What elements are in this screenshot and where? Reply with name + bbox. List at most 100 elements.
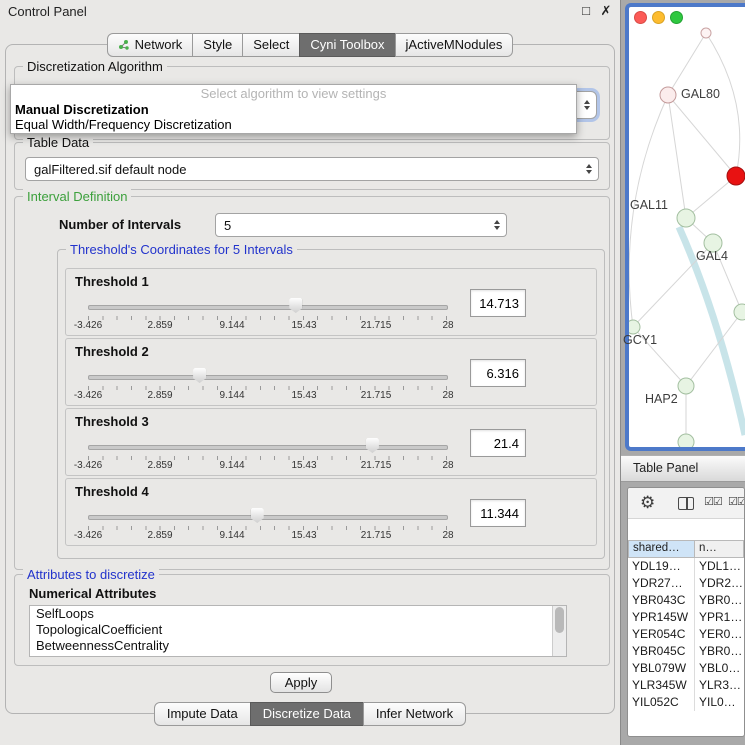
tick-label: -3.426	[74, 530, 102, 541]
threshold-value-field[interactable]: 6.316	[470, 359, 526, 387]
table-row[interactable]: YDR27…YDR2…	[628, 575, 744, 592]
gear-icon[interactable]: ⚙	[640, 492, 655, 514]
slider-track[interactable]	[88, 445, 448, 450]
table-row[interactable]: YER054CYER0…	[628, 626, 744, 643]
threshold-value-field[interactable]: 21.4	[470, 429, 526, 457]
tick-label: 21.715	[361, 390, 392, 401]
table-cell[interactable]: YDL19…	[628, 558, 695, 575]
minimize-icon[interactable]: □	[578, 3, 594, 18]
network-node-gcy1[interactable]	[629, 320, 640, 334]
attribute-list-item[interactable]: BetweennessCentrality	[30, 638, 566, 654]
table-cell[interactable]: YPR145W	[628, 609, 695, 626]
tick-label: -3.426	[74, 320, 102, 331]
network-node-selected[interactable]	[727, 167, 745, 185]
tick-label: 2.859	[147, 390, 172, 401]
table-cell[interactable]: YIL052C	[628, 694, 695, 711]
table-cell[interactable]: YBL0…	[695, 660, 744, 677]
slider-thumb[interactable]	[366, 438, 379, 453]
threshold-label: Threshold 1	[75, 274, 149, 289]
select-checkboxes-icon[interactable]: ☑☑	[704, 495, 722, 508]
table-cell[interactable]: YBR0…	[695, 592, 744, 609]
slider-track[interactable]	[88, 305, 448, 310]
network-node-gal11[interactable]	[677, 209, 695, 227]
table-cell[interactable]: YPR1…	[695, 609, 744, 626]
dropdown-option-manual[interactable]: Manual Discretization	[11, 102, 576, 117]
slider-thumb[interactable]	[251, 508, 264, 523]
table-cell[interactable]: YBR043C	[628, 592, 695, 609]
network-node-hap2[interactable]	[678, 378, 694, 394]
close-icon[interactable]: ✗	[598, 3, 614, 19]
table-row[interactable]: YBR045CYBR0…	[628, 643, 744, 660]
tab-discretize-data[interactable]: Discretize Data	[250, 702, 364, 726]
tab-impute-data[interactable]: Impute Data	[154, 702, 251, 726]
network-canvas[interactable]	[629, 7, 745, 447]
tick-label: 2.859	[147, 460, 172, 471]
network-view-window[interactable]	[625, 3, 745, 451]
tab-infer-network[interactable]: Infer Network	[363, 702, 466, 726]
stepper-arrows-icon[interactable]	[584, 100, 590, 110]
attribute-list-item[interactable]: TopologicalCoefficient	[30, 622, 566, 638]
table-cell[interactable]: YER054C	[628, 626, 695, 643]
tab-network[interactable]: Network	[107, 33, 194, 57]
table-data-value: galFiltered.sif default node	[34, 162, 186, 177]
table-panel-header[interactable]: Table Panel	[621, 455, 745, 482]
slider-thumb[interactable]	[193, 368, 206, 383]
attribute-list-item[interactable]: SelfLoops	[30, 606, 566, 622]
apply-button[interactable]: Apply	[270, 672, 332, 693]
table-cell[interactable]: YDL1…	[695, 558, 744, 575]
table-cell[interactable]: YDR27…	[628, 575, 695, 592]
threshold-panel: Threshold 4 -3.4262.8599.14415.4321.7152…	[65, 478, 597, 546]
tab-jactivemnodules[interactable]: jActiveMNodules	[395, 33, 514, 57]
select-checkboxes-icon[interactable]: ☑☑	[728, 495, 745, 508]
network-node[interactable]	[734, 304, 745, 320]
network-tab-icon	[118, 39, 130, 51]
column-header[interactable]: shared…	[628, 540, 695, 558]
list-scrollbar[interactable]	[552, 606, 566, 656]
table-cell[interactable]: YBR045C	[628, 643, 695, 660]
tab-select[interactable]: Select	[242, 33, 300, 57]
table-cell[interactable]: YBL079W	[628, 660, 695, 677]
table-cell[interactable]: YIL0…	[695, 694, 744, 711]
number-of-intervals-combobox[interactable]: 5	[215, 213, 507, 237]
threshold-slider[interactable]	[88, 437, 448, 455]
network-node[interactable]	[678, 434, 694, 447]
column-header[interactable]: n…	[695, 540, 744, 558]
table-cell[interactable]: YLR3…	[695, 677, 744, 694]
stepper-arrows-icon[interactable]	[586, 164, 592, 174]
table-cell[interactable]: YLR345W	[628, 677, 695, 694]
threshold-slider[interactable]	[88, 367, 448, 385]
slider-thumb[interactable]	[289, 298, 302, 313]
numerical-attributes-list[interactable]: SelfLoopsTopologicalCoefficientBetweenne…	[29, 605, 567, 657]
table-row[interactable]: YLR345WYLR3…	[628, 677, 744, 694]
table-row[interactable]: YIL052CYIL0…	[628, 694, 744, 711]
dropdown-option-equal-width[interactable]: Equal Width/Frequency Discretization	[11, 117, 576, 132]
table-row[interactable]: YDL19…YDL1…	[628, 558, 744, 575]
table-row[interactable]: YBL079WYBL0…	[628, 660, 744, 677]
tick-label: 9.144	[219, 320, 244, 331]
slider-track[interactable]	[88, 375, 448, 380]
scrollbar-thumb[interactable]	[555, 607, 564, 633]
numerical-attributes-label: Numerical Attributes	[29, 586, 156, 601]
network-edge[interactable]	[706, 33, 740, 176]
table-row[interactable]: YPR145WYPR1…	[628, 609, 744, 626]
stepper-arrows-icon[interactable]	[494, 220, 500, 230]
network-edge[interactable]	[668, 33, 706, 95]
network-node-gal80[interactable]	[660, 87, 676, 103]
network-node[interactable]	[701, 28, 711, 38]
tab-cyni-toolbox[interactable]: Cyni Toolbox	[299, 33, 395, 57]
threshold-value-field[interactable]: 14.713	[470, 289, 526, 317]
table-data-combobox[interactable]: galFiltered.sif default node	[25, 157, 599, 181]
threshold-slider[interactable]	[88, 297, 448, 315]
columns-icon[interactable]	[678, 497, 694, 510]
network-edge[interactable]	[686, 176, 736, 218]
table-cell[interactable]: YER0…	[695, 626, 744, 643]
threshold-value-field[interactable]: 11.344	[470, 499, 526, 527]
threshold-slider[interactable]	[88, 507, 448, 525]
control-panel-titlebar[interactable]: Control Panel □ ✗	[0, 0, 620, 24]
tab-style[interactable]: Style	[192, 33, 243, 57]
table-row[interactable]: YBR043CYBR0…	[628, 592, 744, 609]
table-cell[interactable]: YBR0…	[695, 643, 744, 660]
slider-track[interactable]	[88, 515, 448, 520]
tick-label: 28	[442, 390, 453, 401]
table-cell[interactable]: YDR2…	[695, 575, 744, 592]
